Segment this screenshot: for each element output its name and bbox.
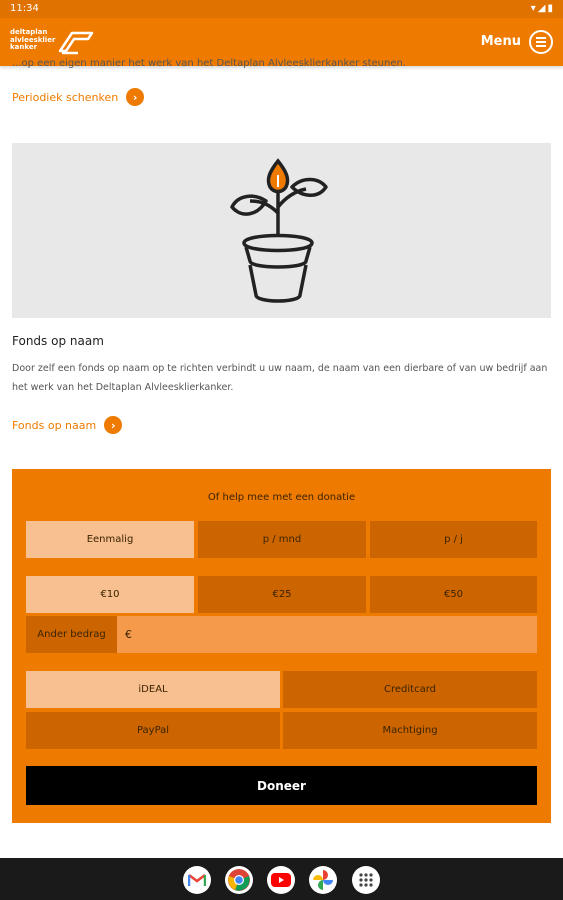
- donation-title: Of help mee met een donatie: [207, 492, 356, 503]
- logo-mark-icon: [58, 31, 94, 55]
- periodiek-schenken-link[interactable]: Periodiek schenken ›: [12, 88, 145, 106]
- method-creditcard[interactable]: Creditcard: [283, 671, 537, 708]
- other-amount-input[interactable]: €: [117, 616, 537, 653]
- gmail-icon[interactable]: [183, 866, 211, 894]
- status-time: 11:34: [10, 3, 39, 14]
- android-nav-bar: [0, 858, 563, 900]
- frequency-eenmalig[interactable]: Eenmalig: [26, 521, 194, 558]
- amount-10[interactable]: €10: [26, 576, 194, 613]
- youtube-icon[interactable]: [267, 866, 295, 894]
- plant-icon: [230, 158, 328, 303]
- method-paypal[interactable]: PayPal: [26, 712, 280, 749]
- fonds-op-naam-label: Fonds op naam: [12, 418, 97, 432]
- section-text: ...op een eigen manier het werk van het …: [12, 58, 407, 69]
- donation-form: Of help mee met een donatie Eenmalig p /…: [12, 469, 551, 823]
- method-machtiging[interactable]: Machtiging: [283, 712, 537, 749]
- menu-label[interactable]: Menu: [481, 34, 521, 49]
- frequency-per-month[interactable]: p / mnd: [198, 521, 366, 558]
- chrome-icon[interactable]: [225, 866, 253, 894]
- amount-50[interactable]: €50: [370, 576, 537, 613]
- other-amount-label: Ander bedrag: [26, 616, 117, 653]
- fonds-op-naam-link[interactable]: Fonds op naam ›: [12, 416, 123, 434]
- plant-illustration: [12, 143, 551, 318]
- doneer-button[interactable]: Doneer: [26, 766, 537, 805]
- status-bar: 11:34 ▾◢▮: [0, 0, 563, 18]
- fonds-description: Door zelf een fonds op naam op te richte…: [12, 363, 548, 393]
- frequency-per-year[interactable]: p / j: [370, 521, 537, 558]
- arrow-right-icon: ›: [126, 88, 145, 106]
- photos-icon[interactable]: [309, 866, 337, 894]
- hamburger-icon[interactable]: [529, 30, 553, 54]
- system-icons: ▾◢▮: [530, 3, 555, 14]
- apps-icon[interactable]: [352, 866, 380, 894]
- logo[interactable]: deltaplan alvleesklier kanker: [10, 27, 100, 57]
- logo-text: deltaplan alvleesklier kanker: [10, 28, 56, 51]
- method-ideal[interactable]: iDEAL: [26, 671, 280, 708]
- amount-25[interactable]: €25: [198, 576, 366, 613]
- periodiek-schenken-label: Periodiek schenken: [12, 90, 119, 104]
- arrow-right-icon: ›: [104, 416, 123, 434]
- fonds-title: Fonds op naam: [12, 334, 104, 348]
